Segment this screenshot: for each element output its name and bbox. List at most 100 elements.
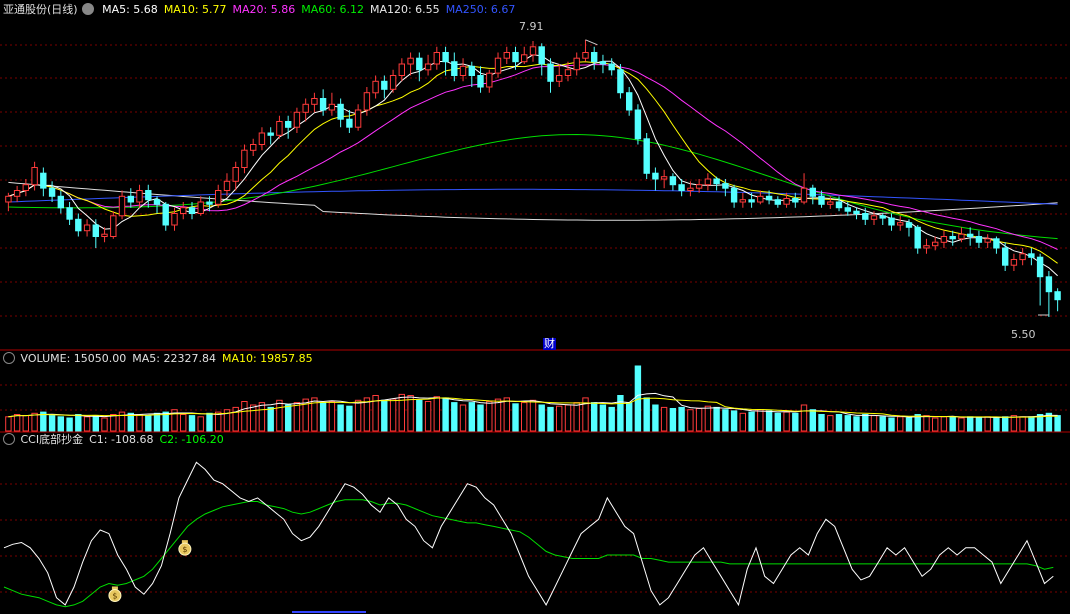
candle-body [171, 213, 178, 226]
volume-bar [13, 414, 21, 432]
candle-body [381, 80, 388, 90]
candle-body [984, 238, 991, 243]
candle-body [285, 121, 292, 128]
stock-chart-canvas[interactable]: $$ [0, 0, 1070, 614]
candle-body [897, 222, 904, 226]
cci-legend-item-0: CCI底部抄金 [20, 433, 84, 446]
candle-body [337, 103, 344, 120]
volume-bar [337, 404, 344, 432]
volume-bar [346, 405, 353, 432]
volume-bar [564, 404, 572, 432]
indicator-circle-icon[interactable] [3, 352, 15, 364]
volume-bar [897, 416, 904, 432]
candle-body [835, 201, 843, 209]
volume-bar [940, 416, 948, 432]
candle-body [250, 144, 257, 151]
volume-bar [617, 395, 624, 432]
candle-body [451, 61, 458, 77]
ma5-line [8, 54, 1058, 277]
candle-body [145, 190, 152, 201]
volume-bar [5, 416, 12, 432]
price-legend-item-0: MA5: 5.68 [102, 3, 158, 16]
volume-bar [92, 415, 99, 432]
volume-bar [949, 416, 956, 432]
volume-bar [258, 402, 266, 432]
volume-bar [381, 399, 388, 432]
volume-bar [862, 414, 869, 432]
finance-marker[interactable]: 财 [543, 338, 556, 350]
candle-body [573, 57, 580, 71]
volume-bar [783, 411, 790, 432]
candle-body [599, 61, 607, 65]
price-legend-item-2: MA20: 5.86 [232, 3, 296, 16]
volume-bar [451, 402, 458, 432]
candle-body [652, 172, 659, 180]
candle-body [206, 201, 213, 205]
candle-body [5, 195, 12, 203]
candle-body [713, 178, 720, 185]
volume-bar [285, 404, 292, 432]
volume-bar [494, 398, 502, 432]
candle-body [424, 63, 432, 71]
settings-circle-icon[interactable] [81, 3, 94, 15]
candle-body [153, 199, 161, 205]
candle-body [905, 222, 913, 228]
candle-body [118, 195, 126, 217]
indicator-circle-icon[interactable] [3, 433, 15, 445]
candle-body [923, 245, 930, 249]
candle-body [608, 63, 615, 71]
volume-bar [293, 402, 301, 432]
price-legend-item-1: MA10: 5.77 [163, 3, 227, 16]
volume-bar [468, 402, 476, 432]
volume-bar [1010, 415, 1018, 432]
candle-body [564, 69, 572, 76]
volume-bar [1002, 416, 1009, 432]
volume-bar [888, 417, 895, 432]
candle-body [1019, 253, 1026, 261]
candle-body [57, 195, 64, 209]
candle-body [1054, 291, 1061, 301]
volume-bar [774, 412, 781, 432]
volume-bar [643, 397, 650, 432]
volume-bar [730, 410, 738, 432]
volume-bar [932, 417, 939, 432]
volume-bar [958, 417, 965, 432]
volume-bar [110, 414, 117, 432]
candle-body [827, 201, 834, 205]
candle-body [180, 207, 187, 214]
candle-body [354, 109, 362, 128]
candle-body [940, 236, 948, 243]
volume-bar [31, 412, 38, 432]
volume-bar [765, 410, 773, 432]
volume-bar [197, 416, 204, 432]
volume-bar [792, 412, 799, 432]
volume-legend-item-0: VOLUME: 15050.00 [20, 352, 127, 365]
candle-body [398, 63, 406, 76]
candle-body [22, 184, 30, 191]
volume-bar [83, 416, 91, 432]
price-legend-item-5: MA250: 6.67 [445, 3, 516, 16]
candle-body [556, 75, 563, 82]
volume-bar [180, 414, 187, 432]
candle-body [678, 184, 685, 191]
volume-bar [354, 399, 362, 432]
volume-bar [870, 415, 878, 432]
volume-bar [967, 416, 974, 432]
candle-body [494, 57, 502, 74]
candle-body [704, 178, 712, 186]
volume-bar [739, 412, 746, 432]
volume-bar [407, 395, 414, 432]
money-bag-icon: $ [178, 540, 192, 556]
candle-body [634, 109, 642, 140]
cci-legend-item-1: C1: -108.68 [89, 433, 154, 446]
candle-body [722, 183, 729, 189]
candle-body [949, 236, 956, 240]
candle-body [993, 238, 1000, 249]
volume-bar [442, 397, 449, 432]
candle-body [879, 215, 886, 219]
candle-body [739, 199, 746, 203]
volume-legend-item-1: MA5: 22327.84 [132, 352, 216, 365]
volume-bar [1054, 415, 1061, 432]
candle-body [162, 203, 169, 226]
stock-title: 亚通股份(日线) [3, 3, 78, 16]
